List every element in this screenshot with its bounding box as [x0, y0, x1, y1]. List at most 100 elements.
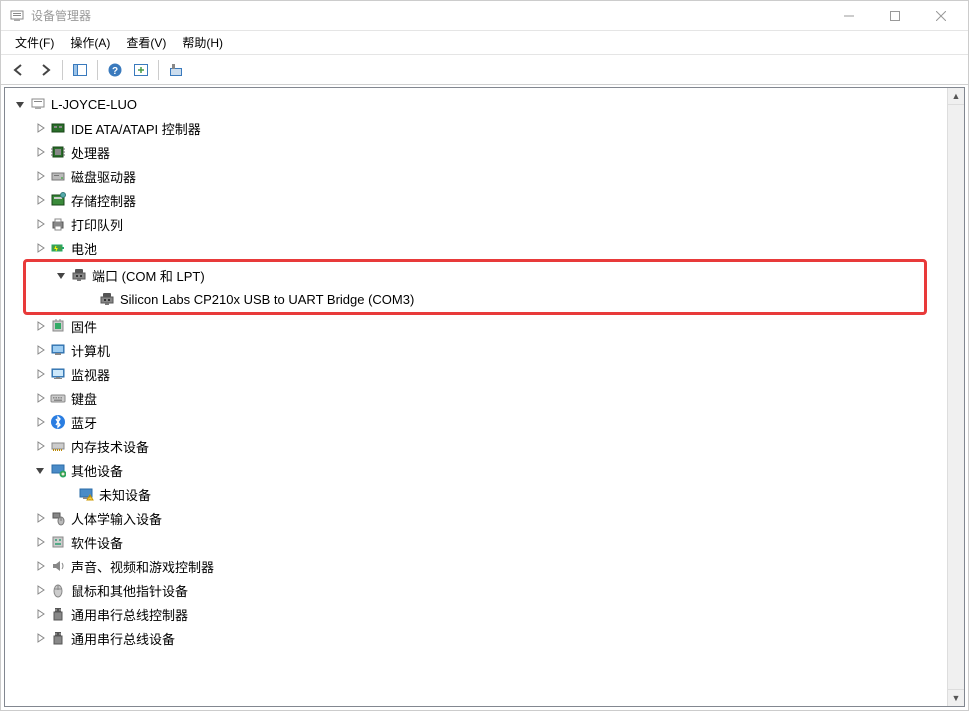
node-label: 计算机 [71, 341, 110, 360]
show-hide-button[interactable] [68, 58, 92, 82]
tree-node[interactable]: 打印队列 [5, 212, 947, 236]
maximize-button[interactable] [872, 1, 918, 31]
tree-node[interactable]: 蓝牙 [5, 410, 947, 434]
chevron-right-icon[interactable] [33, 169, 47, 183]
battery-icon [49, 239, 67, 257]
toolbar-separator [62, 60, 63, 80]
help-button[interactable]: ? [103, 58, 127, 82]
node-label: 固件 [71, 317, 97, 336]
tree-child-node[interactable]: Silicon Labs CP210x USB to UART Bridge (… [26, 287, 924, 311]
menu-file[interactable]: 文件(F) [7, 32, 62, 53]
tree-node[interactable]: 存储控制器 [5, 188, 947, 212]
chevron-down-icon[interactable] [33, 463, 47, 477]
chevron-right-icon[interactable] [33, 121, 47, 135]
tree-node[interactable]: 软件设备 [5, 530, 947, 554]
menu-action[interactable]: 操作(A) [62, 32, 118, 53]
chevron-right-icon[interactable] [33, 319, 47, 333]
tree-node[interactable]: 人体学输入设备 [5, 506, 947, 530]
audio-icon [49, 557, 67, 575]
chevron-down-icon[interactable] [13, 97, 27, 111]
close-button[interactable] [918, 1, 964, 31]
tree-node[interactable]: IDE ATA/ATAPI 控制器 [5, 116, 947, 140]
node-label: 其他设备 [71, 461, 123, 480]
chevron-right-icon[interactable] [33, 607, 47, 621]
tree-node[interactable]: 磁盘驱动器 [5, 164, 947, 188]
tree-node[interactable]: 计算机 [5, 338, 947, 362]
chevron-right-icon[interactable] [33, 511, 47, 525]
chevron-down-icon[interactable] [54, 268, 68, 282]
toolbar: ? [1, 55, 968, 85]
tree-node[interactable]: 内存技术设备 [5, 434, 947, 458]
window-controls [826, 1, 964, 31]
property-button[interactable] [164, 58, 188, 82]
node-label: 通用串行总线设备 [71, 629, 175, 648]
tree-node[interactable]: 电池 [5, 236, 947, 260]
menu-help[interactable]: 帮助(H) [174, 32, 231, 53]
window-title: 设备管理器 [31, 7, 826, 24]
tree-node[interactable]: 通用串行总线控制器 [5, 602, 947, 626]
node-label: 通用串行总线控制器 [71, 605, 188, 624]
bluetooth-icon [49, 413, 67, 431]
scrollbar[interactable]: ▲ ▼ [947, 88, 964, 706]
scan-hardware-button[interactable] [129, 58, 153, 82]
tree-root[interactable]: L-JOYCE-LUO [5, 92, 947, 116]
usb-icon [49, 629, 67, 647]
forward-button[interactable] [33, 58, 57, 82]
node-label: IDE ATA/ATAPI 控制器 [71, 119, 201, 138]
node-label: 存储控制器 [71, 191, 136, 210]
node-label: 磁盘驱动器 [71, 167, 136, 186]
scroll-down-button[interactable]: ▼ [948, 689, 964, 706]
menu-bar: 文件(F) 操作(A) 查看(V) 帮助(H) [1, 31, 968, 55]
firmware-icon [49, 317, 67, 335]
tree-node[interactable]: 固件 [5, 314, 947, 338]
content-area: L-JOYCE-LUO IDE ATA/ATAPI 控制器 处理器 磁盘驱动器 … [4, 87, 965, 707]
back-button[interactable] [7, 58, 31, 82]
tree-node[interactable]: 监视器 [5, 362, 947, 386]
usb-icon [49, 605, 67, 623]
chevron-right-icon[interactable] [33, 439, 47, 453]
node-label: 蓝牙 [71, 413, 97, 432]
chevron-right-icon[interactable] [33, 415, 47, 429]
node-label: 内存技术设备 [71, 437, 149, 456]
device-tree[interactable]: L-JOYCE-LUO IDE ATA/ATAPI 控制器 处理器 磁盘驱动器 … [5, 88, 947, 706]
port-icon [98, 290, 116, 308]
tree-child-node[interactable]: ! 未知设备 [5, 482, 947, 506]
chevron-right-icon[interactable] [33, 559, 47, 573]
chevron-right-icon[interactable] [33, 367, 47, 381]
tree-node[interactable]: 键盘 [5, 386, 947, 410]
other-icon [49, 461, 67, 479]
node-label: 人体学输入设备 [71, 509, 162, 528]
tree-node[interactable]: 通用串行总线设备 [5, 626, 947, 650]
node-label: 处理器 [71, 143, 110, 162]
chevron-right-icon[interactable] [33, 631, 47, 645]
chevron-right-icon[interactable] [33, 343, 47, 357]
chevron-right-icon[interactable] [33, 193, 47, 207]
hid-icon [49, 509, 67, 527]
menu-view[interactable]: 查看(V) [118, 32, 174, 53]
chevron-right-icon[interactable] [33, 583, 47, 597]
root-label: L-JOYCE-LUO [51, 97, 137, 112]
toolbar-separator [97, 60, 98, 80]
chevron-right-icon[interactable] [33, 391, 47, 405]
node-label: 声音、视频和游戏控制器 [71, 557, 214, 576]
memory-icon [49, 437, 67, 455]
minimize-button[interactable] [826, 1, 872, 31]
tree-node[interactable]: 端口 (COM 和 LPT) [26, 263, 924, 287]
scroll-up-button[interactable]: ▲ [948, 88, 964, 105]
node-label: 端口 (COM 和 LPT) [92, 266, 205, 285]
ide-icon [49, 119, 67, 137]
tree-node[interactable]: 鼠标和其他指针设备 [5, 578, 947, 602]
tree-node[interactable]: 处理器 [5, 140, 947, 164]
chevron-right-icon[interactable] [33, 535, 47, 549]
title-bar[interactable]: 设备管理器 [1, 1, 968, 31]
chevron-right-icon[interactable] [33, 145, 47, 159]
tree-node[interactable]: 其他设备 [5, 458, 947, 482]
disk-icon [49, 167, 67, 185]
chevron-right-icon[interactable] [33, 241, 47, 255]
mouse-icon [49, 581, 67, 599]
tree-node[interactable]: 声音、视频和游戏控制器 [5, 554, 947, 578]
device-manager-window: 设备管理器 文件(F) 操作(A) 查看(V) 帮助(H) ? L-JOYCE-… [0, 0, 969, 711]
toolbar-separator [158, 60, 159, 80]
chevron-right-icon[interactable] [33, 217, 47, 231]
printer-icon [49, 215, 67, 233]
